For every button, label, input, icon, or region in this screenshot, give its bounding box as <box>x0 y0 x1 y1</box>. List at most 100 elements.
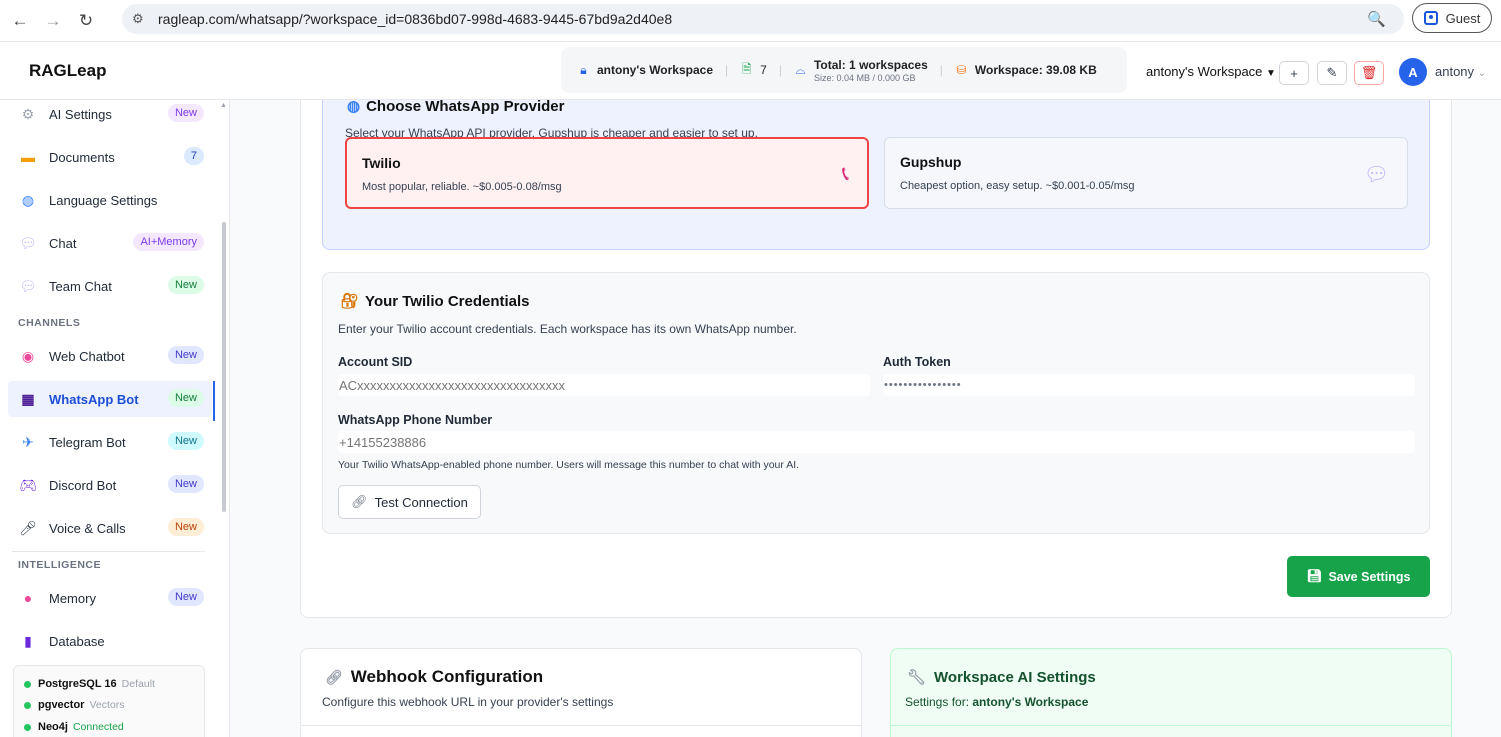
sidebar-item-memory[interactable]: ● Memory New <box>8 580 212 616</box>
db-status-neo4j: Neo4j Connected <box>24 721 124 733</box>
robot-icon: ◉ <box>21 347 35 364</box>
phone-number-input[interactable] <box>338 431 1415 453</box>
db-status-postgres: PostgreSQL 16 Default <box>24 678 155 690</box>
stat-workspace: 🔒︎ antony's Workspace <box>577 63 713 78</box>
guest-profile-button[interactable]: Guest <box>1412 3 1492 33</box>
plane-icon: ✈ <box>22 433 34 450</box>
lock-icon: 🔒︎ <box>580 62 587 77</box>
sidebar-item-language-settings[interactable]: ◍ Language Settings <box>8 182 212 218</box>
account-sid-input[interactable] <box>338 374 870 396</box>
chat-bubble-icon: 💬︎ <box>1363 164 1389 186</box>
divider <box>891 725 1451 726</box>
section-intelligence: INTELLIGENCE <box>18 559 102 571</box>
sidebar-item-voice-calls[interactable]: 🎤︎ Voice & Calls New <box>8 510 212 546</box>
twilio-credentials-section: 🔐︎ Your Twilio Credentials Enter your Twi… <box>322 272 1430 534</box>
new-badge: New <box>167 389 204 407</box>
avatar[interactable]: A <box>1399 58 1427 86</box>
ai-settings-title: 🔧︎ Workspace AI Settings <box>907 669 1096 686</box>
phone-icon: 📞︎ <box>842 163 849 185</box>
new-badge: New <box>167 588 204 606</box>
phone-hint: Your Twilio WhatsApp-enabled phone numbe… <box>338 459 800 471</box>
globe-icon: ◍ <box>347 100 361 115</box>
workspace-ai-settings-card: 🔧︎ Workspace AI Settings Settings for: an… <box>890 648 1452 737</box>
url-text: ragleap.com/whatsapp/?workspace_id=0836b… <box>158 11 673 27</box>
new-badge: New <box>167 276 204 294</box>
edit-workspace-button[interactable]: ✎ <box>1317 61 1347 85</box>
test-connection-button[interactable]: 🔗︎ Test Connection <box>338 485 481 519</box>
credentials-title: 🔐︎ Your Twilio Credentials <box>340 293 530 310</box>
new-badge: New <box>167 475 204 493</box>
credentials-subtitle: Enter your Twilio account credentials. E… <box>338 322 797 336</box>
chat-bubble-icon: 💬︎ <box>19 234 37 251</box>
provider-section: ◍ Choose WhatsApp Provider Select your Wh… <box>322 100 1430 250</box>
status-dot <box>24 723 31 731</box>
save-settings-button[interactable]: 💾︎ Save Settings <box>1287 556 1430 597</box>
app-header: RAGLeap 🔒︎ antony's Workspace | 🗎 7 | ⌓ Tot… <box>0 42 1501 100</box>
provider-title: ◍ Choose WhatsApp Provider <box>347 100 565 115</box>
account-sid-label: Account SID <box>338 355 413 369</box>
address-bar[interactable]: ⚙ ragleap.com/whatsapp/?workspace_id=083… <box>122 4 1404 34</box>
forward-icon[interactable]: → <box>40 8 66 34</box>
sidebar-item-web-chatbot[interactable]: ◉ Web Chatbot New <box>8 338 212 374</box>
section-channels: CHANNELS <box>18 317 81 329</box>
count-badge: 7 <box>183 147 204 165</box>
gamepad-icon: 🎮︎ <box>19 476 37 493</box>
link-icon: 🔗︎ <box>351 494 368 509</box>
stat-total: ⌓ Total: 1 workspaces Size: 0.04 MB / 0.00… <box>795 57 928 83</box>
user-menu[interactable]: antony ⌄ <box>1435 64 1486 79</box>
site-settings-icon[interactable]: ⚙ <box>132 11 154 27</box>
sidebar: ⚙ AI Settings New ▬ Documents 7 ◍ Language Se… <box>0 100 230 737</box>
stat-docs: 🗎 7 <box>740 60 767 81</box>
link-icon: 🔗︎ <box>325 669 343 685</box>
chevron-down-icon: ▼ <box>1266 68 1276 79</box>
new-badge: New <box>167 432 204 450</box>
sidebar-scrollbar[interactable] <box>222 222 226 512</box>
wrench-icon: 🔧︎ <box>907 669 927 686</box>
sidebar-item-whatsapp-bot[interactable]: ▦ WhatsApp Bot New <box>8 381 215 421</box>
profile-icon <box>1423 11 1438 25</box>
scroll-up-icon[interactable]: ▲ <box>220 102 227 109</box>
auth-token-label: Auth Token <box>883 355 951 369</box>
edit-icon: ✎ <box>1326 65 1338 80</box>
sidebar-item-chat[interactable]: 💬︎ Chat AI+Memory <box>8 225 212 261</box>
main-content: ◍ Choose WhatsApp Provider Select your Wh… <box>230 100 1501 737</box>
sidebar-item-ai-settings[interactable]: ⚙ AI Settings New <box>8 100 212 132</box>
db-status-pgvector: pgvector Vectors <box>24 699 125 711</box>
trash-icon: 🗑︎ <box>1360 65 1378 80</box>
divider <box>12 551 205 552</box>
new-badge: New <box>167 346 204 364</box>
database-status-panel: PostgreSQL 16 Default pgvector Vectors Neo… <box>13 665 205 737</box>
lock-icon: 🔐︎ <box>340 293 360 310</box>
sidebar-item-telegram-bot[interactable]: ✈ Telegram Bot New <box>8 424 212 460</box>
workspace-select[interactable]: antony's Workspace ▼ <box>1146 64 1276 79</box>
database-icon: ▮ <box>24 632 32 649</box>
document-icon: 🗎 <box>741 61 752 76</box>
zoom-icon[interactable]: 🔍 <box>1367 10 1386 28</box>
webhook-title: 🔗︎ Webhook Configuration <box>325 667 544 686</box>
provider-option-twilio[interactable]: Twilio Most popular, reliable. ~$0.005-0… <box>345 137 869 209</box>
brand-logo[interactable]: RAGLeap <box>29 61 106 81</box>
ai-memory-badge: AI+Memory <box>133 233 204 251</box>
database-icon: ⛁ <box>956 63 967 77</box>
sidebar-item-discord-bot[interactable]: 🎮︎ Discord Bot New <box>8 467 212 503</box>
webhook-subtitle: Configure this webhook URL in your provi… <box>322 695 614 709</box>
add-workspace-button[interactable]: + <box>1279 61 1309 85</box>
new-badge: New <box>167 104 204 122</box>
provider-option-gupshup[interactable]: Gupshup Cheapest option, easy setup. ~$0… <box>884 137 1408 209</box>
delete-workspace-button[interactable]: 🗑︎ <box>1354 61 1384 85</box>
sidebar-item-team-chat[interactable]: 💬︎ Team Chat New <box>8 268 212 304</box>
folder-icon: ▬ <box>21 149 35 165</box>
new-badge: New <box>167 518 204 536</box>
back-icon[interactable]: ← <box>7 8 33 34</box>
microphone-icon: 🎤︎ <box>19 519 37 536</box>
phone-number-label: WhatsApp Phone Number <box>338 413 493 427</box>
browser-toolbar: ← → ↻ ⚙ ragleap.com/whatsapp/?workspace_… <box>0 0 1501 42</box>
auth-token-input[interactable]: •••••••••••••••• <box>883 374 1415 396</box>
reload-icon[interactable]: ↻ <box>73 8 99 34</box>
guest-label: Guest <box>1445 10 1481 26</box>
globe-icon: ◍ <box>21 191 35 208</box>
stat-workspace-size: ⛁ Workspace: 39.08 KB <box>956 63 1097 77</box>
gear-icon: ⚙ <box>21 105 35 122</box>
sidebar-item-database[interactable]: ▮ Database <box>8 623 212 659</box>
sidebar-item-documents[interactable]: ▬ Documents 7 <box>8 139 212 175</box>
